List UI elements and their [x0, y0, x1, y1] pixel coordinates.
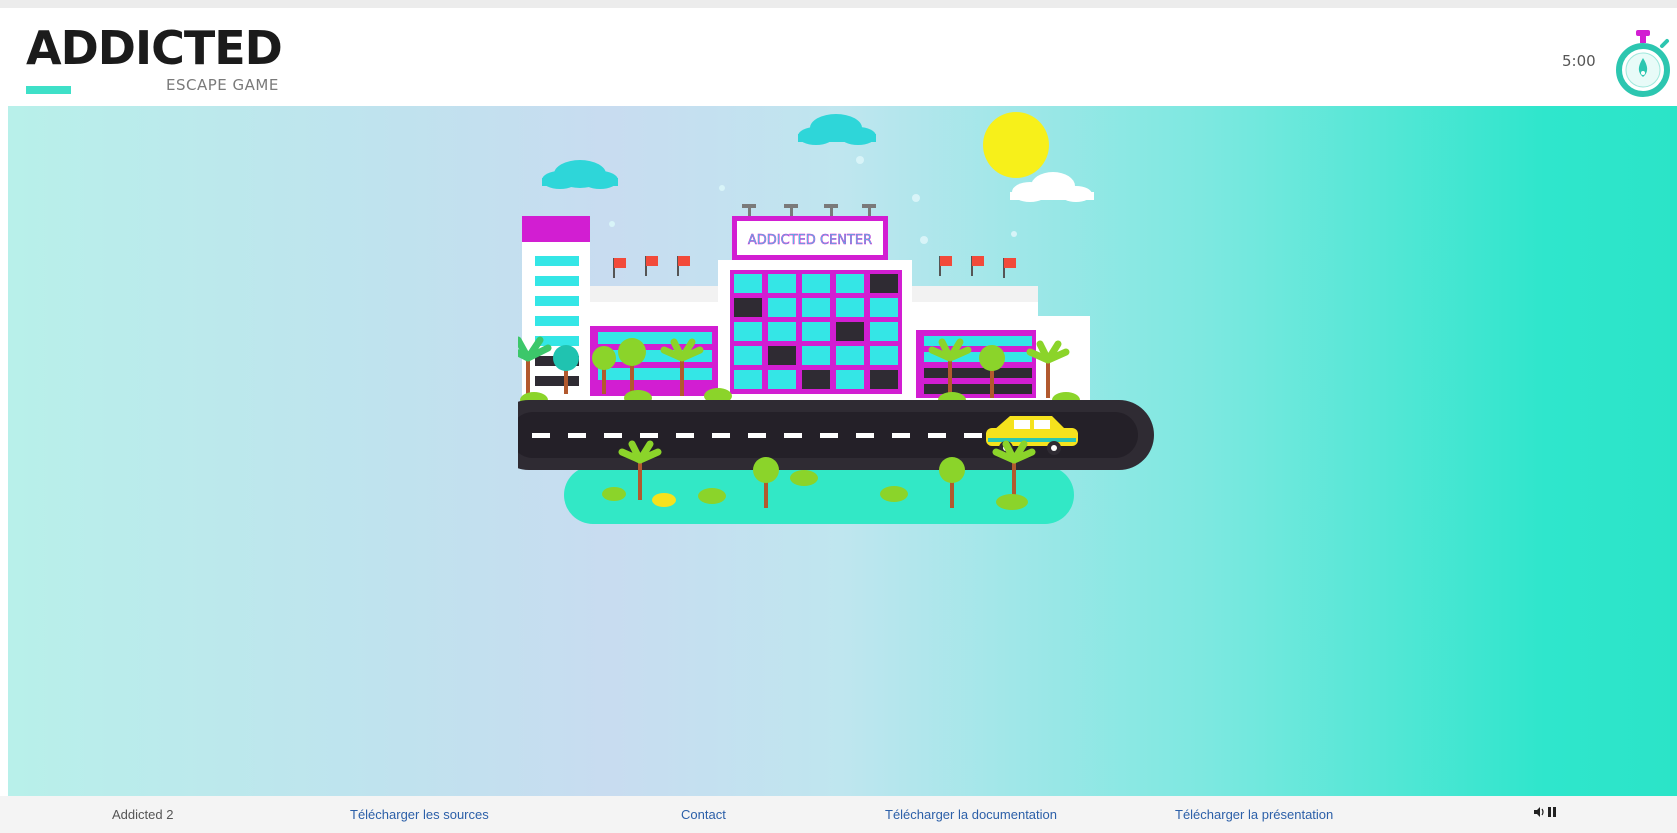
download-sources-link[interactable]: Télécharger les sources	[350, 807, 489, 822]
game-stage[interactable]: ADDICTED CENTER	[8, 106, 1677, 827]
flags-left	[613, 256, 690, 278]
cloud-top	[798, 114, 876, 145]
roof-lights	[742, 204, 876, 216]
logo[interactable]: ADDICTED ESCAPE GAME	[26, 22, 296, 104]
download-presentation-link[interactable]: Télécharger la présentation	[1175, 807, 1333, 822]
pause-icon[interactable]	[1547, 805, 1557, 823]
audio-controls	[1533, 806, 1557, 822]
cloud-left	[542, 160, 618, 189]
timer-value: 5:00	[1562, 52, 1596, 70]
footer: Addicted 2 Télécharger les sources Conta…	[0, 796, 1677, 833]
center-sign: ADDICTED CENTER	[748, 233, 872, 248]
download-documentation-link[interactable]: Télécharger la documentation	[885, 807, 1057, 822]
flags-right	[939, 256, 1016, 278]
stopwatch-icon	[1614, 30, 1672, 102]
addicted-center-illustration: ADDICTED CENTER	[518, 112, 1154, 524]
logo-subtitle: ESCAPE GAME	[166, 76, 279, 94]
speaker-icon[interactable]	[1533, 805, 1545, 823]
logo-accent-bar	[26, 86, 71, 94]
sun	[983, 112, 1049, 178]
contact-link[interactable]: Contact	[681, 807, 726, 822]
logo-title: ADDICTED	[26, 21, 283, 75]
header: ADDICTED ESCAPE GAME 5:00	[0, 8, 1677, 106]
top-border	[0, 0, 1677, 8]
footer-title: Addicted 2	[112, 807, 174, 822]
